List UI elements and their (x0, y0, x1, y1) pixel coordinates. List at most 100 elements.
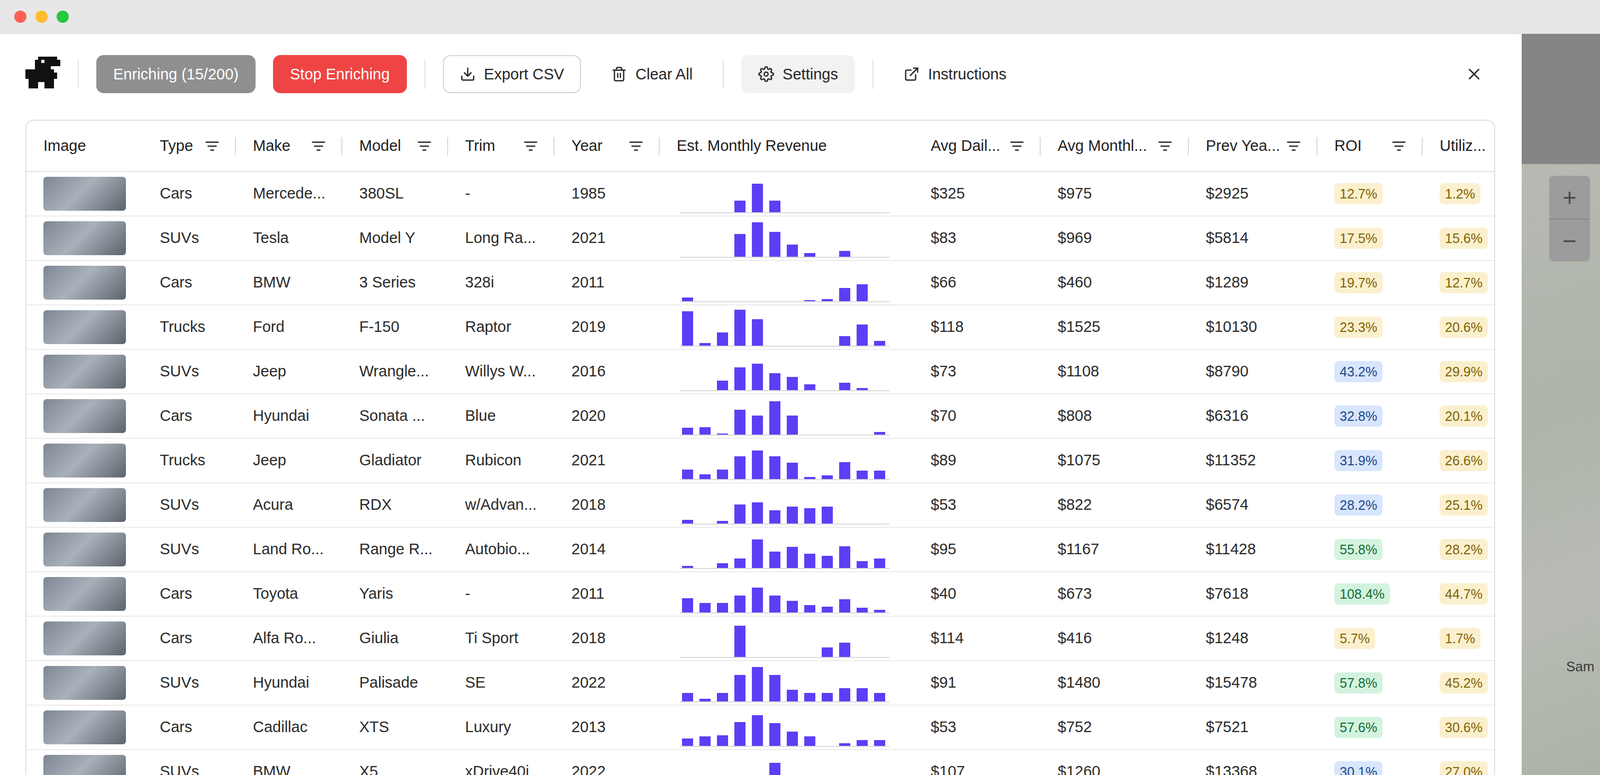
revenue-bar (751, 666, 763, 702)
filter-icon[interactable] (1008, 138, 1025, 154)
table-row[interactable]: SUVsBMWX5xDrive40i2022$107$1260$1336830.… (26, 749, 1496, 775)
close-button[interactable] (1462, 62, 1486, 86)
gear-icon[interactable] (758, 66, 775, 83)
avg-daily-cell: $40 (930, 584, 957, 602)
trim-cell: xDrive40i (465, 762, 530, 775)
prev-year-cell: $1289 (1205, 273, 1249, 291)
make-cell: Jeep (252, 451, 287, 469)
badge-text: 57.8% (1339, 675, 1378, 690)
column-divider (1421, 137, 1423, 156)
revenue-bar (682, 311, 694, 346)
toolbar-group: Export CSV Clear All (442, 55, 706, 94)
table-row[interactable]: CarsToyotaYaris-2011$40$673$7618108.4%44… (26, 571, 1496, 616)
button-label: Stop Enriching (289, 66, 390, 83)
year-cell: 2011 (571, 584, 605, 602)
table-row[interactable]: CarsAlfa Ro...GiuliaTi Sport2018$114$416… (26, 615, 1496, 661)
logo-icon[interactable] (25, 56, 61, 92)
revenue-bar (821, 506, 833, 524)
button-slot: Enriching (15/200) (96, 55, 256, 94)
revenue-bar (716, 520, 729, 524)
vehicle-photo (43, 532, 126, 567)
filter-icon[interactable] (1285, 138, 1302, 154)
table-row[interactable]: SUVsJeepWrangle...Willys W...2016$73$110… (26, 349, 1496, 394)
revenue-bar (769, 373, 781, 390)
button-slot: Instructions (891, 55, 1020, 94)
filter-icon[interactable] (1391, 138, 1407, 154)
revenue-bar (769, 551, 781, 568)
table-row[interactable]: CarsHyundaiSonata ...Blue2020$70$808$631… (26, 393, 1496, 439)
column-header[interactable]: ROI (1317, 120, 1423, 172)
column-divider (341, 137, 343, 156)
avg-daily-cell: $70 (930, 406, 957, 424)
table-row[interactable]: SUVsAcuraRDXw/Advan...2018$53$822$657428… (26, 482, 1496, 527)
vehicle-photo (43, 310, 126, 344)
avg-daily-cell: $73 (930, 362, 957, 380)
trim-cell: Willys W... (465, 362, 536, 380)
table-row[interactable]: SUVsLand Ro...Range R...Autobio...2014$9… (26, 526, 1496, 572)
avg-daily-cell: $89 (930, 451, 957, 469)
table-row[interactable]: SUVsTeslaModel YLong Ra...2021$83$969$58… (26, 215, 1496, 261)
trash-icon[interactable] (611, 66, 627, 83)
close-window-icon[interactable] (14, 10, 27, 23)
revenue-bar (769, 722, 781, 746)
revenue-bar (874, 558, 886, 568)
link-button[interactable]: Instructions (891, 55, 1020, 94)
column-header[interactable]: Year (554, 120, 660, 172)
revenue-bar (839, 287, 851, 302)
zoom-out-button[interactable]: − (1549, 218, 1590, 262)
revenue-bar (821, 298, 833, 302)
zoom-in-button[interactable]: + (1549, 175, 1590, 219)
avg-daily-cell: $83 (930, 229, 957, 247)
toolbar-divider (722, 59, 724, 89)
revenue-chart (679, 351, 890, 392)
revenue-chart (679, 529, 890, 569)
column-header[interactable]: Avg Dail... (913, 120, 1041, 172)
download-icon[interactable] (459, 66, 476, 83)
external-link-icon[interactable] (903, 66, 920, 83)
table-row[interactable]: TrucksJeepGladiatorRubicon2021$89$1075$1… (26, 438, 1496, 483)
table-row[interactable]: CarsCadillacXTSLuxury2013$53$752$752157.… (26, 704, 1496, 750)
settings-button[interactable]: Settings (741, 55, 856, 94)
roi-badge: 23.3% (1334, 316, 1383, 338)
column-header[interactable]: Prev Yea... (1188, 120, 1318, 172)
column-header[interactable]: Trim (448, 120, 555, 172)
filter-icon[interactable] (628, 138, 644, 154)
column-header[interactable]: Avg Monthl... (1040, 120, 1189, 172)
export-button[interactable]: Export CSV (442, 55, 582, 94)
filter-icon[interactable] (310, 138, 327, 154)
clear-button[interactable]: Clear All (598, 55, 706, 94)
minimize-window-icon[interactable] (35, 10, 48, 23)
app-logo[interactable] (25, 55, 61, 93)
revenue-bar (716, 380, 729, 390)
filter-icon[interactable] (204, 138, 221, 154)
vehicle-photo (43, 176, 126, 211)
table-row[interactable]: SUVsHyundaiPalisadeSE2022$91$1480$154785… (26, 660, 1496, 705)
filter-icon[interactable] (1157, 138, 1174, 154)
model-cell: F-150 (359, 317, 400, 335)
map[interactable]: +−Sam (1521, 33, 1600, 775)
prev-year-cell: $15478 (1205, 673, 1258, 691)
revenue-bar (734, 200, 746, 213)
utilization-badge: 28.2% (1439, 538, 1488, 560)
vehicle-photo (43, 221, 126, 256)
toolbar-divider (872, 59, 874, 89)
column-header[interactable]: Model (342, 120, 449, 172)
table-row[interactable]: CarsMercede...380SL-1985$325$975$292512.… (26, 171, 1496, 216)
avg-monthly-cell: $1167 (1057, 540, 1100, 558)
roi-badge: 55.8% (1334, 538, 1383, 560)
prev-year-cell: $5814 (1205, 229, 1249, 247)
zoom-window-icon[interactable] (56, 10, 69, 23)
stop-button[interactable]: Stop Enriching (273, 55, 407, 94)
column-header: Image (26, 120, 143, 172)
filter-icon[interactable] (416, 138, 433, 154)
table-row[interactable]: TrucksFordF-150Raptor2019$118$1525$10130… (26, 304, 1496, 350)
table-row[interactable]: CarsBMW3 Series328i2011$66$460$128919.7%… (26, 260, 1496, 305)
filter-icon[interactable] (522, 138, 539, 154)
column-header[interactable]: Make (235, 120, 343, 172)
close-icon[interactable] (1466, 66, 1483, 83)
column-header[interactable]: Type (142, 120, 236, 172)
roi-badge: 5.7% (1334, 627, 1376, 649)
avg-daily-cell: $118 (930, 317, 964, 335)
year-cell: 2021 (571, 229, 606, 247)
vehicle-photo (43, 265, 126, 300)
